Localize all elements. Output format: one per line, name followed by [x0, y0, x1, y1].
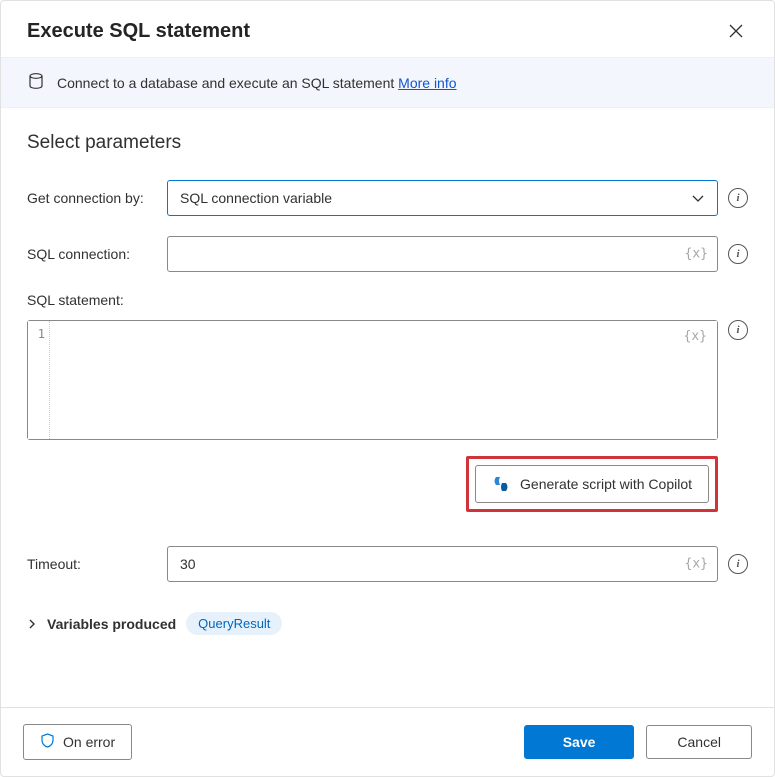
- sql-statement-editor[interactable]: 1 {x}: [27, 320, 718, 440]
- timeout-input[interactable]: [167, 546, 718, 582]
- generate-highlight-box: Generate script with Copilot: [466, 456, 718, 512]
- shield-icon: [40, 733, 55, 751]
- info-banner: Connect to a database and execute an SQL…: [1, 57, 774, 108]
- sql-statement-info-button[interactable]: i: [728, 320, 748, 340]
- cancel-button[interactable]: Cancel: [646, 725, 752, 759]
- section-title: Select parameters: [27, 132, 748, 154]
- sql-statement-textarea[interactable]: [50, 321, 717, 439]
- timeout-label: Timeout:: [27, 556, 157, 572]
- generate-copilot-button[interactable]: Generate script with Copilot: [475, 465, 709, 503]
- variables-produced-label: Variables produced: [47, 616, 176, 632]
- save-button[interactable]: Save: [524, 725, 635, 759]
- variables-produced-row[interactable]: Variables produced QueryResult: [27, 612, 748, 635]
- dialog-header: Execute SQL statement: [1, 1, 774, 57]
- code-gutter: 1: [28, 321, 50, 439]
- get-connection-select[interactable]: SQL connection variable: [167, 180, 718, 216]
- on-error-button[interactable]: On error: [23, 724, 132, 760]
- sql-connection-row: SQL connection: {x} i: [27, 236, 748, 272]
- generate-button-label: Generate script with Copilot: [520, 476, 692, 492]
- copilot-icon: [492, 475, 510, 493]
- on-error-label: On error: [63, 734, 115, 750]
- select-value: SQL connection variable: [180, 190, 332, 206]
- dialog-title: Execute SQL statement: [27, 20, 250, 43]
- get-connection-row: Get connection by: SQL connection variab…: [27, 180, 748, 216]
- database-icon: [27, 72, 45, 93]
- sql-connection-label: SQL connection:: [27, 246, 157, 262]
- get-connection-label: Get connection by:: [27, 190, 157, 206]
- more-info-link[interactable]: More info: [398, 75, 456, 91]
- variable-picker-icon: {x}: [684, 329, 707, 344]
- footer-actions: Save Cancel: [524, 725, 752, 759]
- sql-statement-label: SQL statement:: [27, 292, 748, 308]
- sql-statement-block: SQL statement: 1 {x} i: [27, 292, 748, 440]
- timeout-row: Timeout: {x} i: [27, 546, 748, 582]
- sql-connection-input[interactable]: [167, 236, 718, 272]
- dialog-content: Select parameters Get connection by: SQL…: [1, 108, 774, 707]
- timeout-info-button[interactable]: i: [728, 554, 748, 574]
- variable-badge-queryresult[interactable]: QueryResult: [186, 612, 282, 635]
- generate-row: Generate script with Copilot: [27, 456, 748, 512]
- banner-text: Connect to a database and execute an SQL…: [57, 75, 457, 91]
- chevron-down-icon: [691, 191, 705, 205]
- chevron-right-icon: [27, 616, 37, 632]
- close-button[interactable]: [724, 19, 748, 43]
- dialog-footer: On error Save Cancel: [1, 707, 774, 776]
- close-icon: [728, 23, 744, 39]
- sql-connection-info-button[interactable]: i: [728, 244, 748, 264]
- get-connection-info-button[interactable]: i: [728, 188, 748, 208]
